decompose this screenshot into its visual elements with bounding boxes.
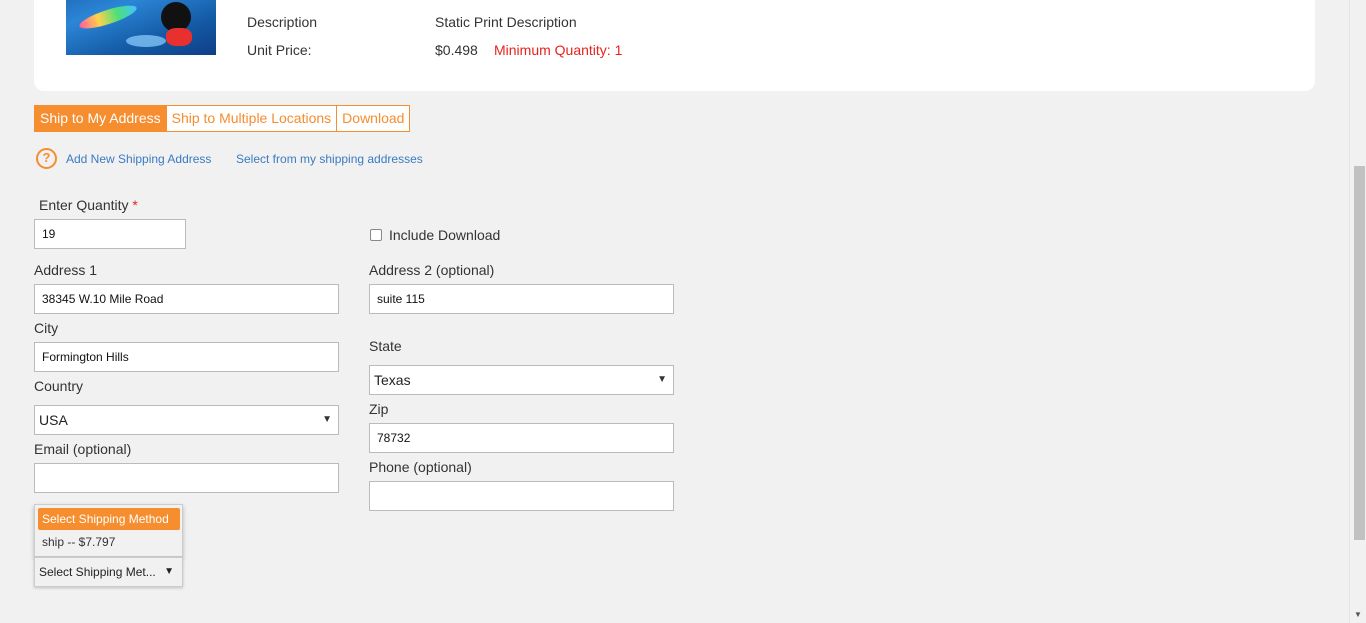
zip-label: Zip [369,401,389,417]
shipping-method-value: Select Shipping Met... [39,565,156,579]
shipping-tabs: Ship to My Address Ship to Multiple Loca… [34,105,411,132]
description-label: Description [247,14,318,30]
unit-price-value: $0.498 [435,42,478,58]
city-label: City [34,320,59,336]
scrollbar-thumb[interactable] [1354,166,1365,540]
quantity-input[interactable]: 19 [34,219,186,249]
phone-input[interactable] [369,481,674,511]
country-value: USA [39,412,68,428]
help-icon[interactable]: ? [36,148,57,169]
unit-price-label: Unit Price: [247,42,312,58]
email-input[interactable] [34,463,339,493]
phone-label: Phone (optional) [369,459,472,475]
city-input[interactable]: Formington Hills [34,342,339,372]
scroll-down-icon[interactable]: ▼ [1354,610,1362,619]
scrollbar[interactable]: ▼ [1349,0,1366,623]
product-card: Description Static Print Description Uni… [34,0,1315,91]
required-mark: * [132,197,138,213]
state-value: Texas [374,372,411,388]
minimum-quantity: Minimum Quantity: 1 [494,42,623,58]
country-select[interactable]: USA ▼ [34,405,339,435]
address2-label: Address 2 (optional) [369,262,495,278]
add-new-shipping-address-link[interactable]: Add New Shipping Address [66,152,211,166]
tab-download[interactable]: Download [336,106,409,131]
address1-label: Address 1 [34,262,98,278]
address2-input[interactable]: suite 115 [369,284,674,314]
country-label: Country [34,378,84,394]
product-thumbnail [66,0,216,55]
quantity-label: Enter Quantity * [39,197,138,213]
description-value: Static Print Description [435,14,577,30]
shipping-option-ship[interactable]: ship -- $7.797 [42,535,115,549]
shipping-method-dropdown: Select Shipping Method ship -- $7.797 [34,504,183,557]
chevron-down-icon: ▼ [164,566,174,577]
chevron-down-icon: ▼ [657,374,667,385]
shipping-option-placeholder[interactable]: Select Shipping Method [38,508,180,530]
state-select[interactable]: Texas ▼ [369,365,674,395]
zip-input[interactable]: 78732 [369,423,674,453]
chevron-down-icon: ▼ [322,414,332,425]
address1-input[interactable]: 38345 W.10 Mile Road [34,284,339,314]
select-shipping-address-link[interactable]: Select from my shipping addresses [236,152,423,166]
include-download-label: Include Download [389,227,501,243]
tab-ship-to-multiple-locations[interactable]: Ship to Multiple Locations [165,106,337,131]
include-download-checkbox[interactable] [370,229,382,241]
shipping-method-select[interactable]: Select Shipping Met... ▼ [34,557,183,587]
email-label: Email (optional) [34,441,132,457]
state-label: State [369,338,402,354]
tab-ship-to-my-address[interactable]: Ship to My Address [35,106,166,131]
